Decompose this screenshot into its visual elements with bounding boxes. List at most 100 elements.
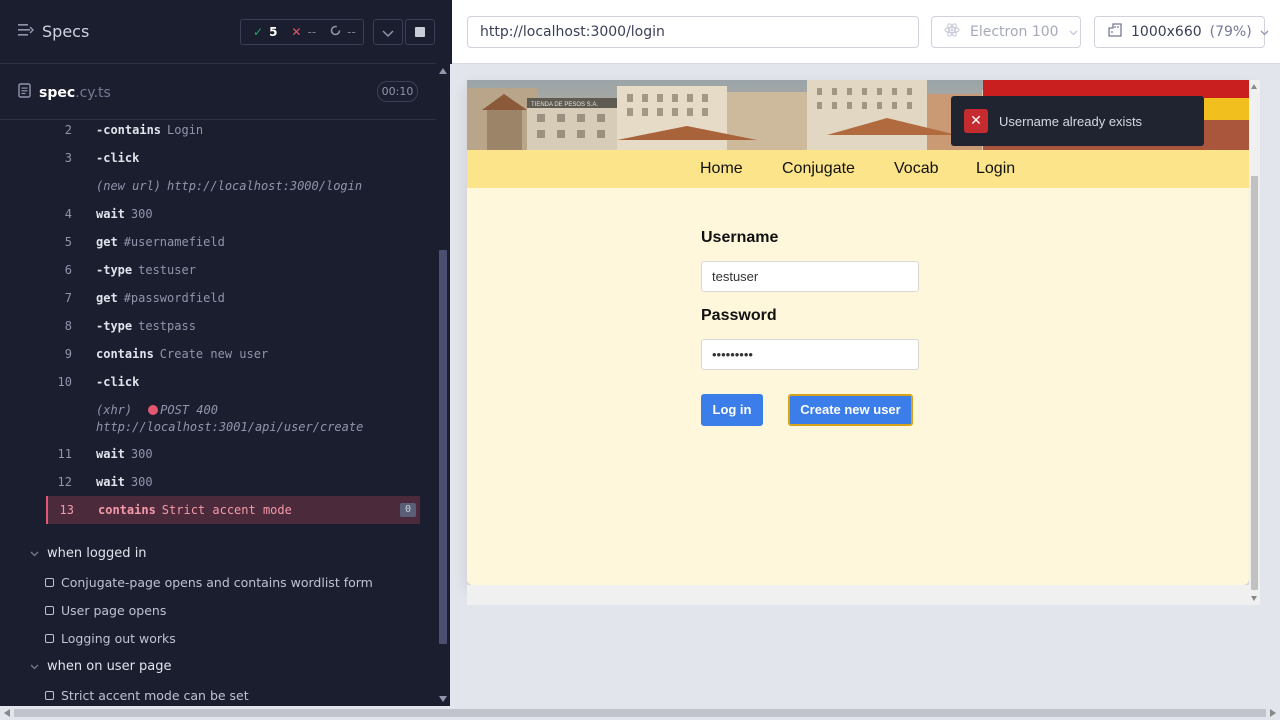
browser-name: Electron 100 <box>970 24 1059 40</box>
scroll-up-arrow-icon[interactable] <box>439 68 447 74</box>
hero-sign-text: TIENDA DE PESOS S.A. <box>531 102 598 108</box>
passed-check-icon: ✓ <box>253 25 264 39</box>
viewport-zoom: (79%) <box>1209 24 1252 40</box>
suite-when-logged-in[interactable]: when logged in <box>30 546 147 561</box>
pending-count: -- <box>347 25 356 39</box>
command-number: 3 <box>64 151 72 165</box>
command-message: 300 <box>130 207 153 221</box>
command-name: -type <box>96 263 133 277</box>
test-title: Logging out works <box>61 631 176 646</box>
command-number: 9 <box>64 347 72 361</box>
nav-vocab[interactable]: Vocab <box>894 160 938 178</box>
command-number: 8 <box>64 319 72 333</box>
command-log: 2 -contains Login 3 -click (new url) http:… <box>46 116 420 524</box>
app-under-test: TIENDA DE PESOS S.A. Home Conjugate Voca… <box>467 80 1249 585</box>
scroll-down-arrow-icon[interactable] <box>1251 596 1257 601</box>
command-number: 5 <box>64 235 72 249</box>
command-message: Strict accent mode <box>161 503 292 517</box>
test-stats: ✓ 5 ✕ -- -- <box>240 19 364 45</box>
command-row[interactable]: 6 -type testuser <box>46 256 420 284</box>
password-label: Password <box>701 307 777 324</box>
app-bottom-strip <box>467 585 1249 605</box>
element-count-badge: 0 <box>400 503 416 517</box>
nav-login[interactable]: Login <box>976 160 1015 178</box>
specs-toggle[interactable]: Specs <box>18 22 89 41</box>
command-name: -contains <box>96 123 162 137</box>
suite-when-on-user-page[interactable]: when on user page <box>30 659 172 674</box>
command-row-xhr[interactable]: (xhr) POST 400 http://localhost:3001/api/… <box>46 396 420 440</box>
scrollbar-thumb[interactable] <box>439 250 447 644</box>
command-message: 300 <box>130 475 153 489</box>
app-scrollbar[interactable] <box>1249 80 1260 605</box>
scrollbar-thumb[interactable] <box>14 709 1266 717</box>
command-name: get <box>96 291 118 305</box>
password-field[interactable]: ••••••••• <box>701 339 919 370</box>
nav-conjugate[interactable]: Conjugate <box>782 160 855 178</box>
command-row-failed[interactable]: 13 contains Strict accent mode 0 <box>46 496 420 524</box>
horizontal-scrollbar[interactable] <box>0 706 1280 720</box>
url-bar[interactable]: http://localhost:3000/login <box>467 16 919 48</box>
command-name: wait <box>96 447 125 461</box>
scroll-right-arrow-icon[interactable] <box>1270 709 1276 717</box>
command-row[interactable]: 8 -type testpass <box>46 312 420 340</box>
test-item[interactable]: Strict accent mode can be set <box>45 688 249 703</box>
reporter-panel: Specs ✓ 5 ✕ -- -- spec.cy.ts 00:10 2 -co… <box>0 0 436 706</box>
command-name: -click <box>96 151 140 165</box>
scrollbar-thumb[interactable] <box>1251 176 1258 590</box>
login-button[interactable]: Log in <box>701 394 763 426</box>
test-title: User page opens <box>61 603 167 618</box>
xhr-status: POST 400 <box>160 403 218 417</box>
viewport-selector[interactable]: 1000x660 (79%) <box>1094 16 1269 48</box>
username-label: Username <box>701 229 779 246</box>
command-message: Login <box>167 123 204 137</box>
command-row[interactable]: 4 wait 300 <box>46 200 420 228</box>
command-row[interactable]: 9 contains Create new user <box>46 340 420 368</box>
command-number: 13 <box>59 503 74 517</box>
command-name: contains <box>96 347 154 361</box>
browser-selector[interactable]: Electron 100 <box>931 16 1081 48</box>
command-row-new-url[interactable]: (new url) http://localhost:3000/login <box>46 172 420 200</box>
scroll-left-arrow-icon[interactable] <box>4 709 10 717</box>
create-user-button[interactable]: Create new user <box>788 394 913 426</box>
command-name: (new url) <box>96 179 162 193</box>
command-message: #usernamefield <box>123 235 225 249</box>
chevron-down-icon <box>1069 24 1078 40</box>
command-message: Create new user <box>159 347 269 361</box>
chevron-down-icon <box>382 23 394 42</box>
spec-file-row[interactable]: spec.cy.ts 00:10 <box>0 64 436 120</box>
pending-spinner-icon <box>330 25 341 39</box>
command-row[interactable]: 7 get #passwordfield <box>46 284 420 312</box>
command-row[interactable]: 10 -click <box>46 368 420 396</box>
command-row[interactable]: 5 get #usernamefield <box>46 228 420 256</box>
command-name: wait <box>96 207 125 221</box>
nav-home[interactable]: Home <box>700 160 743 178</box>
document-icon <box>18 83 31 102</box>
command-message: http://localhost:3000/login <box>167 179 363 193</box>
command-name: -type <box>96 319 133 333</box>
scroll-up-arrow-icon[interactable] <box>1251 84 1257 89</box>
app-navbar: Home Conjugate Vocab Login <box>467 150 1249 188</box>
command-row[interactable]: 3 -click <box>46 144 420 172</box>
test-pending-icon <box>45 634 54 643</box>
ruler-icon <box>1107 22 1123 42</box>
test-item[interactable]: User page opens <box>45 603 166 618</box>
error-toast: ✕ Username already exists <box>951 96 1204 146</box>
command-number: 4 <box>64 207 72 221</box>
test-item[interactable]: Logging out works <box>45 631 176 646</box>
command-row[interactable]: 12 wait 300 <box>46 468 420 496</box>
suite-title: when on user page <box>47 659 172 674</box>
scroll-down-arrow-icon[interactable] <box>439 696 447 702</box>
username-field[interactable]: testuser <box>701 261 919 292</box>
aut-header: http://localhost:3000/login Electron 100 <box>452 0 1280 64</box>
test-item[interactable]: Conjugate-page opens and contains wordli… <box>45 575 373 590</box>
electron-icon <box>944 22 960 42</box>
collapse-button[interactable] <box>373 19 403 45</box>
command-row[interactable]: 2 -contains Login <box>46 116 420 144</box>
stop-button[interactable] <box>405 19 435 45</box>
failed-count: -- <box>307 25 317 39</box>
command-row[interactable]: 11 wait 300 <box>46 440 420 468</box>
test-pending-icon <box>45 606 54 615</box>
reporter-scrollbar[interactable] <box>436 64 450 706</box>
error-x-icon[interactable]: ✕ <box>964 109 988 133</box>
suite-title: when logged in <box>47 546 147 561</box>
